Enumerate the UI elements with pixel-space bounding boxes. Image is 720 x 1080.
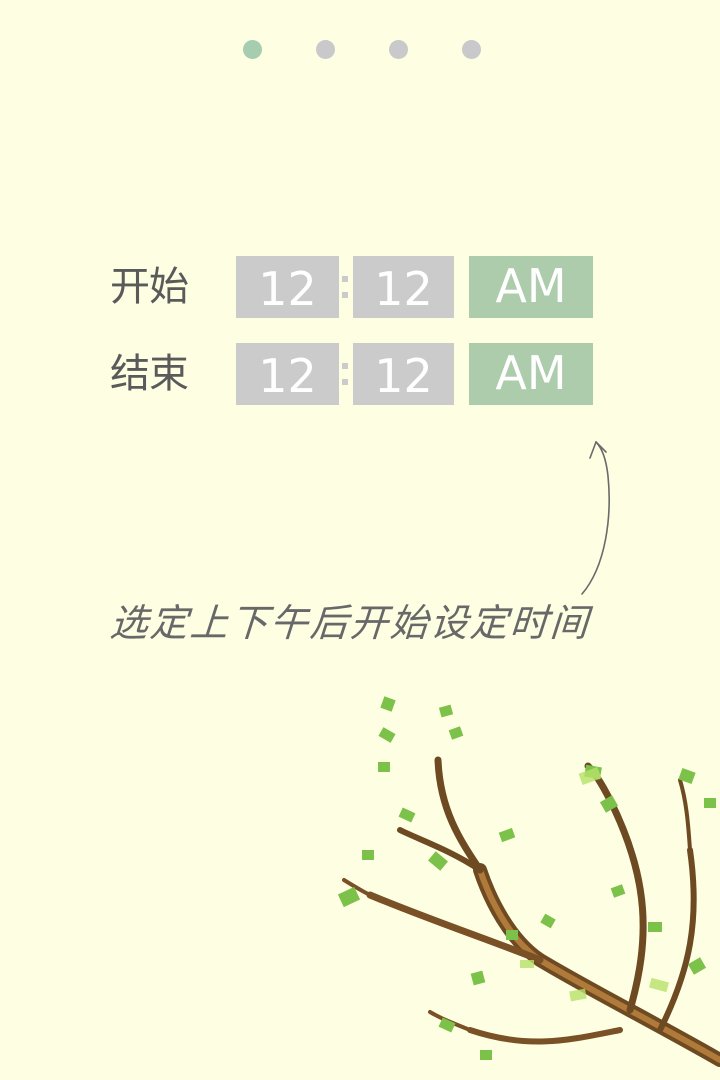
start-label: 开始: [110, 264, 189, 310]
end-label: 结束: [110, 351, 189, 397]
start-ampm-toggle[interactable]: AM: [469, 256, 593, 318]
page-dot-2[interactable]: [316, 40, 335, 59]
start-minute-picker[interactable]: 12: [353, 256, 454, 318]
end-ampm-toggle[interactable]: AM: [469, 343, 593, 405]
page-dot-3[interactable]: [389, 40, 408, 59]
end-minute-picker[interactable]: 12: [353, 343, 454, 405]
end-hour-picker[interactable]: 12: [236, 343, 339, 405]
tree-branch-illustration: [337, 696, 720, 1067]
start-hour-picker[interactable]: 12: [236, 256, 339, 318]
time-separator: [341, 276, 349, 302]
page-dot-4[interactable]: [462, 40, 481, 59]
start-time-row: 开始 12 12 AM: [0, 256, 720, 318]
time-separator: [341, 363, 349, 389]
page-indicator: [0, 40, 720, 60]
page-dot-1[interactable]: [243, 40, 262, 59]
instruction-hint: 选定上下午后开始设定时间: [108, 601, 592, 645]
end-time-row: 结束 12 12 AM: [0, 343, 720, 405]
curved-up-arrow-icon: [581, 441, 610, 595]
